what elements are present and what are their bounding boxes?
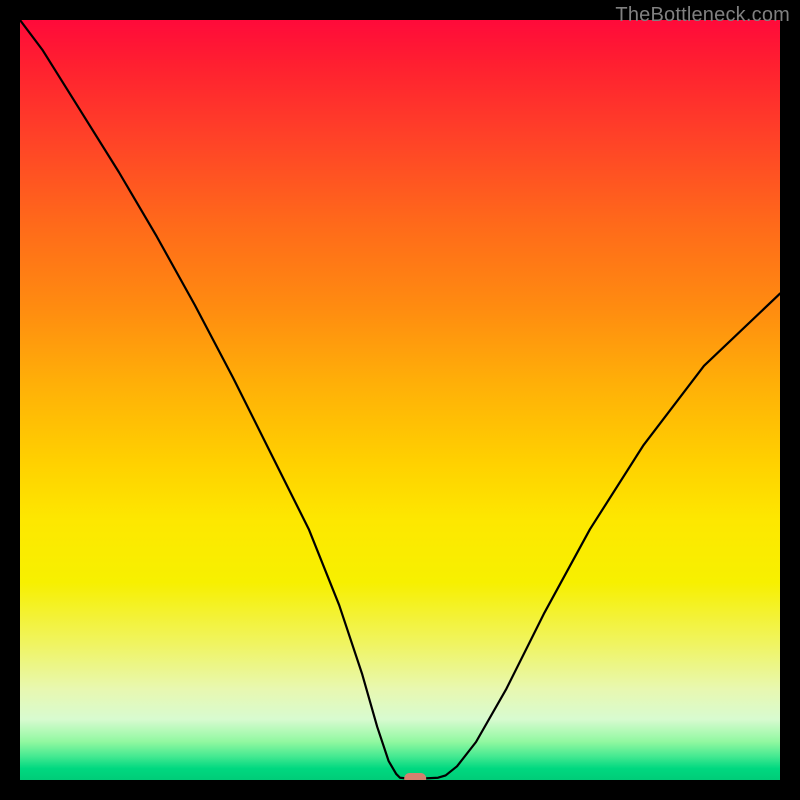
- watermark-label: TheBottleneck.com: [615, 4, 790, 27]
- chart-container: TheBottleneck.com: [0, 0, 800, 800]
- plot-area: [20, 20, 780, 780]
